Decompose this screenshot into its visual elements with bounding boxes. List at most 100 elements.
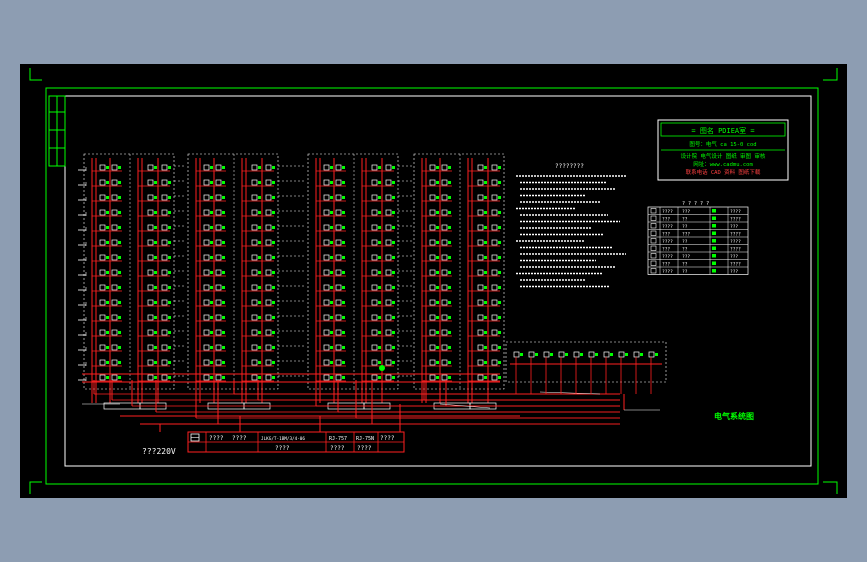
legend-symbol xyxy=(650,238,657,244)
terminal-node xyxy=(118,256,121,259)
terminal-node xyxy=(330,226,333,229)
outlet-box xyxy=(477,269,484,276)
legend-symbol xyxy=(650,268,657,274)
terminal-node xyxy=(436,361,439,364)
legend-symbol xyxy=(650,245,657,251)
terminal-node xyxy=(484,316,487,319)
terminal-node xyxy=(154,211,157,214)
outlet-box xyxy=(371,209,378,216)
terminal-node xyxy=(258,181,261,184)
terminal-node xyxy=(330,271,333,274)
outlet-box xyxy=(385,179,392,186)
outlet-box xyxy=(477,284,484,291)
outlet-box xyxy=(477,179,484,186)
terminal-node xyxy=(118,211,121,214)
outlet-box xyxy=(429,164,436,171)
outlet-box xyxy=(491,314,498,321)
legend-symbol xyxy=(650,253,657,259)
terminal-node xyxy=(392,316,395,319)
outlet-box xyxy=(477,239,484,246)
outlet-box xyxy=(161,374,168,381)
cad-viewport[interactable]: = 图名 PDIEA室 = 图号：电气 ca 15-0 cod 设计院 电气设计… xyxy=(20,64,847,498)
terminal-node xyxy=(448,226,451,229)
legend-cell: ??? xyxy=(730,269,738,275)
extension-outlet xyxy=(543,351,550,358)
outlet-box xyxy=(161,269,168,276)
legend-cell: ??? xyxy=(662,232,670,238)
terminal-node xyxy=(392,226,395,229)
terminal-node xyxy=(258,316,261,319)
outlet-box xyxy=(203,329,210,336)
outlet-box xyxy=(265,299,272,306)
terminal-node xyxy=(498,301,501,304)
outlet-box xyxy=(371,374,378,381)
terminal-node xyxy=(448,211,451,214)
terminal-node xyxy=(342,331,345,334)
building-riser-3 xyxy=(307,153,399,410)
extension-node xyxy=(565,353,568,356)
junction-node xyxy=(379,365,385,371)
terminal-node xyxy=(342,286,345,289)
extension-node xyxy=(595,353,598,356)
outlet-box xyxy=(323,284,330,291)
outlet-box xyxy=(147,269,154,276)
outlet-box xyxy=(215,254,222,261)
outlet-box xyxy=(385,344,392,351)
terminal-node xyxy=(342,166,345,169)
outlet-box xyxy=(323,239,330,246)
outlet-box xyxy=(215,314,222,321)
outlet-box xyxy=(323,329,330,336)
outlet-box xyxy=(265,194,272,201)
legend-cell: ??? xyxy=(682,232,690,238)
outlet-box xyxy=(251,359,258,366)
terminal-node xyxy=(222,286,225,289)
terminal-node xyxy=(118,286,121,289)
terminal-node xyxy=(448,196,451,199)
extension-node xyxy=(655,353,658,356)
terminal-node xyxy=(484,166,487,169)
legend-cell: ?? xyxy=(682,247,688,253)
outlet-box xyxy=(265,239,272,246)
outlet-box xyxy=(111,359,118,366)
terminal-node xyxy=(448,376,451,379)
outlet-box xyxy=(335,224,342,231)
terminal-node xyxy=(168,166,171,169)
outlet-box xyxy=(161,299,168,306)
outlet-box xyxy=(265,269,272,276)
outlet-box xyxy=(111,269,118,276)
terminal-node xyxy=(330,331,333,334)
outlet-box xyxy=(385,164,392,171)
outlet-box xyxy=(111,224,118,231)
outlet-box xyxy=(161,329,168,336)
outlet-box xyxy=(491,194,498,201)
terminal-node xyxy=(484,211,487,214)
terminal-node xyxy=(498,181,501,184)
outlet-box xyxy=(251,164,258,171)
outlet-box xyxy=(99,224,106,231)
terminal-node xyxy=(378,181,381,184)
terminal-node xyxy=(210,316,213,319)
extension-outlet xyxy=(573,351,580,358)
outlet-box xyxy=(491,284,498,291)
outlet-box xyxy=(335,269,342,276)
title-block: = 图名 PDIEA室 = 图号：电气 ca 15-0 cod 设计院 电气设计… xyxy=(657,119,789,181)
terminal-node xyxy=(106,211,109,214)
outlet-box xyxy=(147,359,154,366)
bottom-table-cell-6: ???? xyxy=(330,445,345,452)
outlet-box xyxy=(385,284,392,291)
outlet-box xyxy=(371,194,378,201)
terminal-node xyxy=(118,331,121,334)
terminal-node xyxy=(448,166,451,169)
outlet-box xyxy=(147,224,154,231)
legend-heading: ? ? ? ? ? xyxy=(682,201,709,207)
terminal-node xyxy=(498,331,501,334)
legend-cell: ?? xyxy=(682,262,688,268)
terminal-node xyxy=(378,301,381,304)
outlet-box xyxy=(251,284,258,291)
extension-node xyxy=(640,353,643,356)
terminal-node xyxy=(498,286,501,289)
outlet-box xyxy=(161,224,168,231)
legend-symbol xyxy=(650,223,657,229)
terminal-node xyxy=(106,256,109,259)
legend-symbol-green xyxy=(712,246,716,250)
